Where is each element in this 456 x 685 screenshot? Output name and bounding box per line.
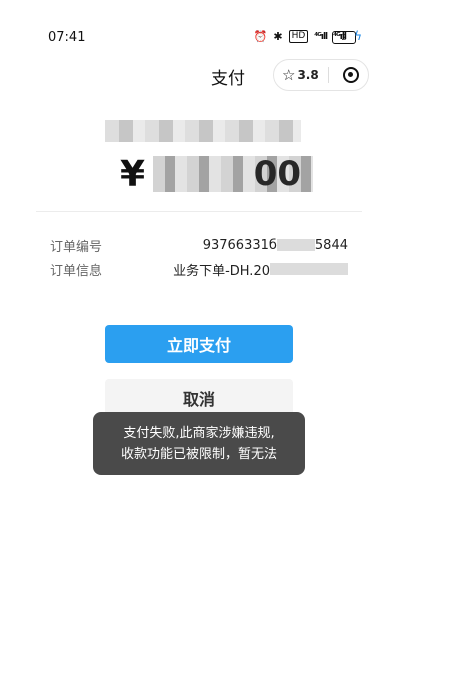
currency-symbol: ¥ <box>120 153 146 195</box>
payment-amount: ¥ 00 <box>120 152 314 196</box>
order-number-label: 订单编号 <box>50 239 103 255</box>
status-time: 07:41 <box>48 30 86 45</box>
toast-line-1: 支付失败,此商家涉嫌违规, <box>123 426 275 441</box>
amount-visible-tail: 00 <box>253 154 302 194</box>
toast-line-2: 收款功能已被限制，暂无法 <box>120 447 277 462</box>
capsule-divider <box>328 67 329 83</box>
order-info-value: 业务下单-DH.20 <box>173 260 348 279</box>
rating-button[interactable]: ☆ 3.8 <box>274 66 328 84</box>
charging-icon: ϟ <box>354 29 362 43</box>
signal-icon-1: ⁴ᴳıll <box>314 31 328 42</box>
divider <box>36 211 362 212</box>
order-number-row: 订单编号 93766331б 5844 <box>50 235 348 255</box>
order-info-mask <box>270 263 348 275</box>
order-number-value: 93766331б 5844 <box>203 238 348 253</box>
target-icon[interactable] <box>343 67 359 83</box>
battery-icon: 2 <box>332 31 356 44</box>
order-number-suffix: 5844 <box>314 237 348 253</box>
order-info-row: 订单信息 业务下单-DH.20 <box>50 259 348 279</box>
order-info-prefix: 业务下单-DH.20 <box>173 263 270 279</box>
alarm-icon: ⏰ <box>253 30 268 43</box>
pay-now-button[interactable]: 立即支付 <box>105 325 293 363</box>
order-number-mask <box>276 239 315 251</box>
status-bar: 07:41 ⏰ ✱ HD ⁴ᴳıll ⁴ᴳıll 2 ϟ <box>0 0 456 52</box>
bluetooth-icon: ✱ <box>273 30 283 43</box>
merchant-name-redacted <box>105 120 301 142</box>
error-toast: 支付失败,此商家涉嫌违规, 收款功能已被限制，暂无法 <box>93 412 305 475</box>
order-number-prefix: 93766331б <box>202 237 277 253</box>
order-info-label: 订单信息 <box>50 263 103 279</box>
page-title: 支付 <box>211 69 245 89</box>
hd-tag: HD <box>288 30 309 43</box>
star-outline-icon: ☆ <box>282 66 296 84</box>
amount-redacted: 00 <box>153 154 314 194</box>
mini-program-capsule: ☆ 3.8 <box>273 59 369 91</box>
rating-value: 3.8 <box>297 68 319 82</box>
